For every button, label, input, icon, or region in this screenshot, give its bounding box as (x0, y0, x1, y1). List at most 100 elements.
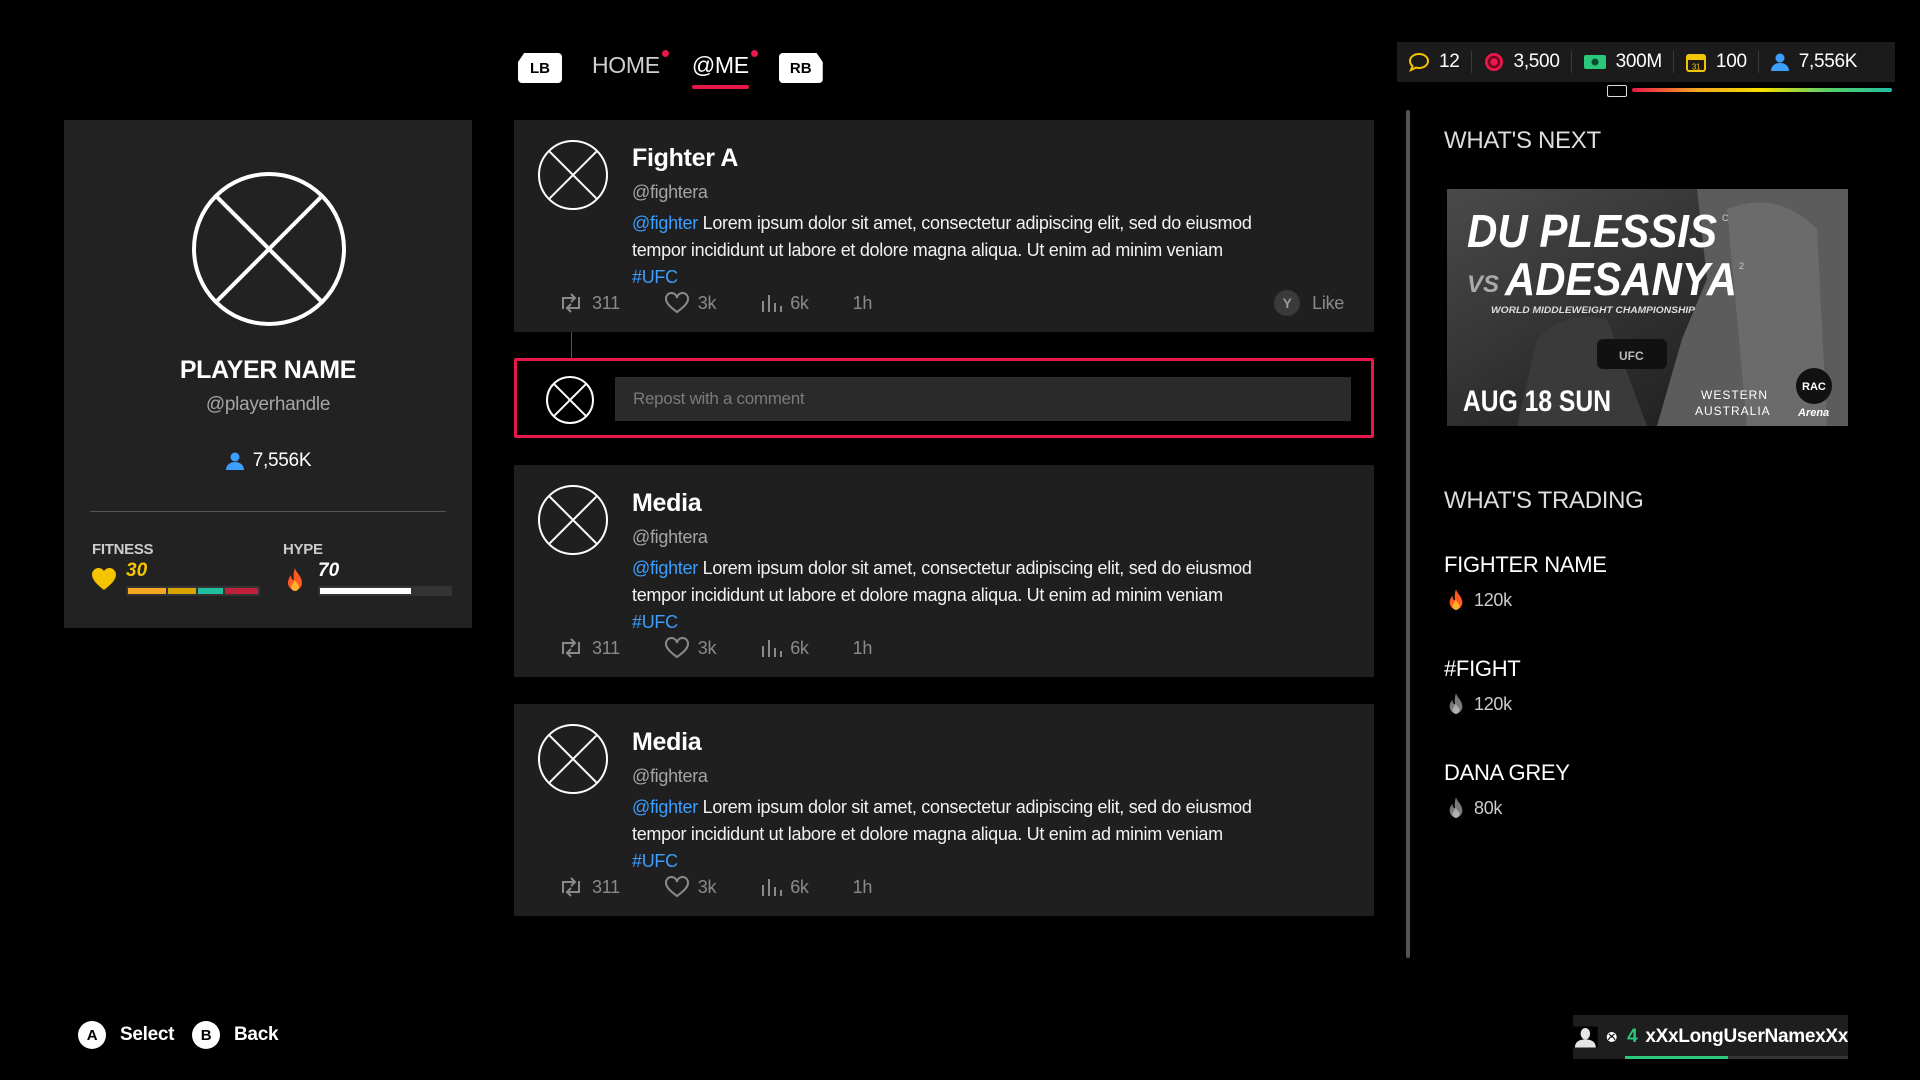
trending-item-name[interactable]: #FIGHT (1444, 656, 1521, 682)
back-hint[interactable]: B Back (192, 1021, 279, 1049)
y-button-icon: Y (1274, 290, 1301, 316)
event-subtitle: WORLD MIDDLEWEIGHT CHAMPIONSHIP (1491, 305, 1696, 315)
post-author-name: Media (632, 489, 702, 517)
user-profile-badge[interactable]: 4 xXxLongUserNamexXx (1573, 1015, 1848, 1059)
like-action[interactable]: 3k (664, 876, 717, 898)
followers-count: 7,556K (1759, 51, 1868, 73)
view-count: 6k (790, 876, 809, 897)
heart-icon (92, 568, 116, 590)
feed-post[interactable]: Media @fightera @fighter Lorem ipsum dol… (514, 704, 1374, 916)
rb-button[interactable]: RB (778, 53, 823, 83)
trending-item-value: 120k (1446, 691, 1512, 717)
event-date: AUG 18 SUN (1463, 385, 1611, 418)
repost-comment-input[interactable] (615, 377, 1351, 421)
like-action[interactable]: 3k (664, 637, 717, 659)
post-avatar (538, 724, 608, 794)
user-level-progress (1625, 1056, 1848, 1059)
post-time: 1h (852, 637, 873, 658)
fitness-bar-segment (225, 588, 258, 594)
repost-action[interactable]: 311 (558, 877, 620, 898)
select-hint[interactable]: A Select (78, 1021, 174, 1049)
post-hashtag-link[interactable]: #UFC (632, 612, 678, 632)
feed-post[interactable]: Media @fightera @fighter Lorem ipsum dol… (514, 465, 1374, 677)
post-actions: 311 3k 6k 1h (558, 876, 872, 898)
tab-home[interactable]: HOME (592, 49, 669, 85)
lb-button[interactable]: LB (518, 53, 562, 83)
post-body: @fighter Lorem ipsum dolor sit amet, con… (632, 555, 1272, 636)
trending-item-name[interactable]: FIGHTER NAME (1444, 552, 1607, 578)
event-location-line1: WESTERN (1701, 388, 1768, 402)
player-followers-value: 7,556K (252, 450, 312, 471)
views-action: 6k (760, 292, 809, 314)
venue-logo-line2: Arena (1797, 407, 1829, 419)
thread-connector (571, 332, 572, 358)
repost-count: 311 (592, 637, 620, 658)
view-count: 6k (790, 292, 809, 313)
post-body: @fighter Lorem ipsum dolor sit amet, con… (632, 210, 1272, 291)
like-button-label: Like (1312, 292, 1344, 313)
like-button[interactable]: Y Like (1274, 290, 1344, 316)
repost-comment-box[interactable] (514, 358, 1374, 438)
xp-icon (1607, 85, 1627, 97)
bar-chart-icon (762, 640, 783, 657)
post-hashtag-link[interactable]: #UFC (632, 267, 678, 287)
post-text: Lorem ipsum dolor sit amet, consectetur … (632, 213, 1252, 260)
event-location-line2: AUSTRALIA (1695, 404, 1771, 418)
notification-dot (661, 49, 669, 57)
post-mention-link[interactable]: @fighter (632, 213, 698, 233)
fighter-one-name: DU PLESSIS (1467, 205, 1717, 257)
trending-item-count: 120k (1474, 693, 1512, 714)
trending-item-value: 120k (1446, 587, 1512, 613)
post-time: 1h (852, 292, 873, 313)
repost-icon (562, 877, 580, 897)
days-value: 100 (1715, 51, 1747, 72)
views-action: 6k (760, 638, 809, 659)
post-mention-link[interactable]: @fighter (632, 558, 698, 578)
event-promo-banner[interactable]: UFC DU PLESSIS C VS ADESANYA 2 WORLD MID… (1447, 189, 1848, 426)
post-author-handle: @fightera (632, 182, 708, 202)
user-level: 4 (1627, 1026, 1638, 1047)
speech-bubble-icon (1408, 52, 1430, 72)
player-followers: 7,556K (64, 450, 472, 472)
repost-action[interactable]: 311 (558, 293, 620, 314)
repost-count: 311 (592, 292, 620, 313)
trending-item-name[interactable]: DANA GREY (1444, 760, 1570, 786)
fire-icon (1449, 589, 1463, 610)
versus-text: VS (1467, 271, 1499, 298)
trending-item-count: 120k (1474, 589, 1512, 610)
tab-me[interactable]: @ME (691, 49, 758, 89)
repost-count: 311 (592, 876, 620, 897)
fire-icon (288, 568, 302, 591)
xp-progress-bar (1632, 88, 1892, 92)
feed-post[interactable]: Fighter A @fightera @fighter Lorem ipsum… (514, 120, 1374, 332)
event-poster-image: UFC DU PLESSIS C VS ADESANYA 2 WORLD MID… (1447, 189, 1848, 426)
bar-chart-icon (762, 295, 783, 312)
feed-scrollbar[interactable] (1406, 110, 1410, 958)
trending-item-count: 80k (1474, 797, 1503, 818)
post-author-name: Media (632, 728, 702, 756)
post-avatar (538, 140, 608, 210)
repost-action[interactable]: 311 (558, 638, 620, 659)
repost-icon (562, 293, 580, 313)
coin-icon (1484, 53, 1503, 71)
post-author-handle: @fightera (632, 766, 708, 786)
post-hashtag-link[interactable]: #UFC (632, 851, 678, 871)
notification-dot (750, 49, 758, 57)
post-text: Lorem ipsum dolor sit amet, consectetur … (632, 797, 1252, 844)
profile-divider (90, 511, 446, 512)
calendar-day-text: 31 (1692, 63, 1701, 72)
belt-logo-text: UFC (1619, 349, 1644, 363)
whats-trading-heading: WHAT'S TRADING (1444, 487, 1644, 514)
post-avatar (538, 485, 608, 555)
messages-value: 12 (1439, 51, 1460, 72)
post-author-handle: @fightera (632, 527, 708, 547)
post-mention-link[interactable]: @fighter (632, 797, 698, 817)
b-button-icon: B (192, 1021, 220, 1049)
like-action[interactable]: 3k (664, 292, 717, 314)
tab-me-label: @ME (691, 51, 749, 78)
days-count: 31 100 (1674, 51, 1759, 73)
venue-logo-line1: RAC (1802, 381, 1826, 393)
fitness-label: FITNESS (92, 541, 154, 558)
profile-card: PLAYER NAME @playerhandle 7,556K FITNESS… (64, 120, 472, 628)
hype-value: 70 (318, 560, 340, 581)
